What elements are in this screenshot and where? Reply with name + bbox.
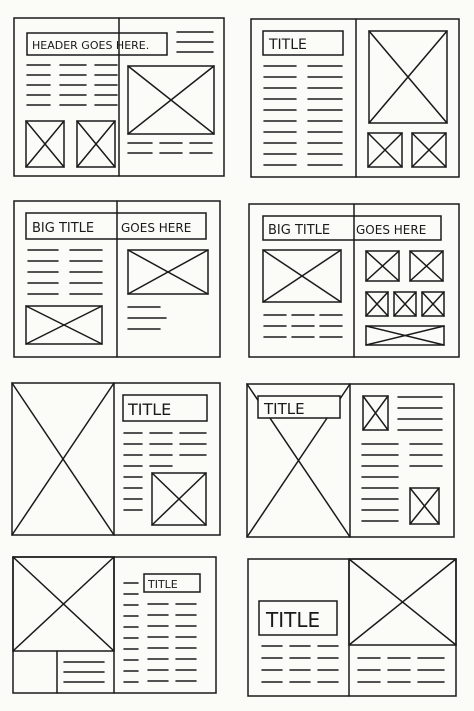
spread-7: TITLE xyxy=(12,556,217,694)
image-placeholder xyxy=(421,291,445,317)
spread-6: TITLE xyxy=(246,383,455,538)
title-text: TITLE xyxy=(265,608,320,632)
image-placeholder xyxy=(409,250,444,282)
image-placeholder xyxy=(151,472,207,526)
header-text: HEADER GOES HERE. xyxy=(32,39,149,52)
image-placeholder xyxy=(127,249,209,295)
spread-8: TITLE xyxy=(247,558,457,697)
spread-4: BIG TITLE GOES HERE xyxy=(248,203,460,358)
image-placeholder xyxy=(76,120,116,168)
image-placeholder xyxy=(25,305,103,345)
title-text-right: GOES HERE xyxy=(121,221,191,235)
text-lines xyxy=(123,582,197,683)
image-placeholder xyxy=(367,132,403,168)
image-placeholder xyxy=(348,558,457,646)
title-text: TITLE xyxy=(268,37,307,53)
text-lines xyxy=(123,432,207,511)
title-text-left: BIG TITLE xyxy=(268,223,330,238)
image-placeholder xyxy=(368,30,448,124)
spread-outline xyxy=(11,382,221,536)
image-placeholder xyxy=(411,132,447,168)
image-placeholder xyxy=(12,556,115,652)
text-lines xyxy=(263,314,343,338)
image-placeholder xyxy=(393,291,417,317)
layout-sketch-sheet: HEADER GOES HERE. TITLE BIG TITLE GOES H… xyxy=(11,17,460,697)
image-placeholder xyxy=(127,65,215,135)
image-placeholder xyxy=(409,487,440,525)
spread-5: TITLE xyxy=(11,382,221,536)
title-text: TITLE xyxy=(147,578,178,591)
image-placeholder xyxy=(362,395,389,431)
image-placeholder xyxy=(365,291,389,317)
image-placeholder xyxy=(365,325,445,346)
text-lines xyxy=(63,661,105,683)
text-lines xyxy=(263,65,343,166)
spread-3: BIG TITLE GOES HERE xyxy=(13,200,221,358)
image-placeholder xyxy=(11,382,115,536)
spread-1: HEADER GOES HERE. xyxy=(13,17,225,177)
image-placeholder xyxy=(365,250,400,282)
image-placeholder xyxy=(25,120,65,168)
image-placeholder xyxy=(262,249,342,303)
title-text-left: BIG TITLE xyxy=(32,221,94,236)
title-text: TITLE xyxy=(263,400,305,418)
title-text: TITLE xyxy=(127,400,171,419)
spread-2: TITLE xyxy=(250,18,460,178)
title-text-right: GOES HERE xyxy=(356,223,426,237)
text-lines xyxy=(261,645,445,683)
